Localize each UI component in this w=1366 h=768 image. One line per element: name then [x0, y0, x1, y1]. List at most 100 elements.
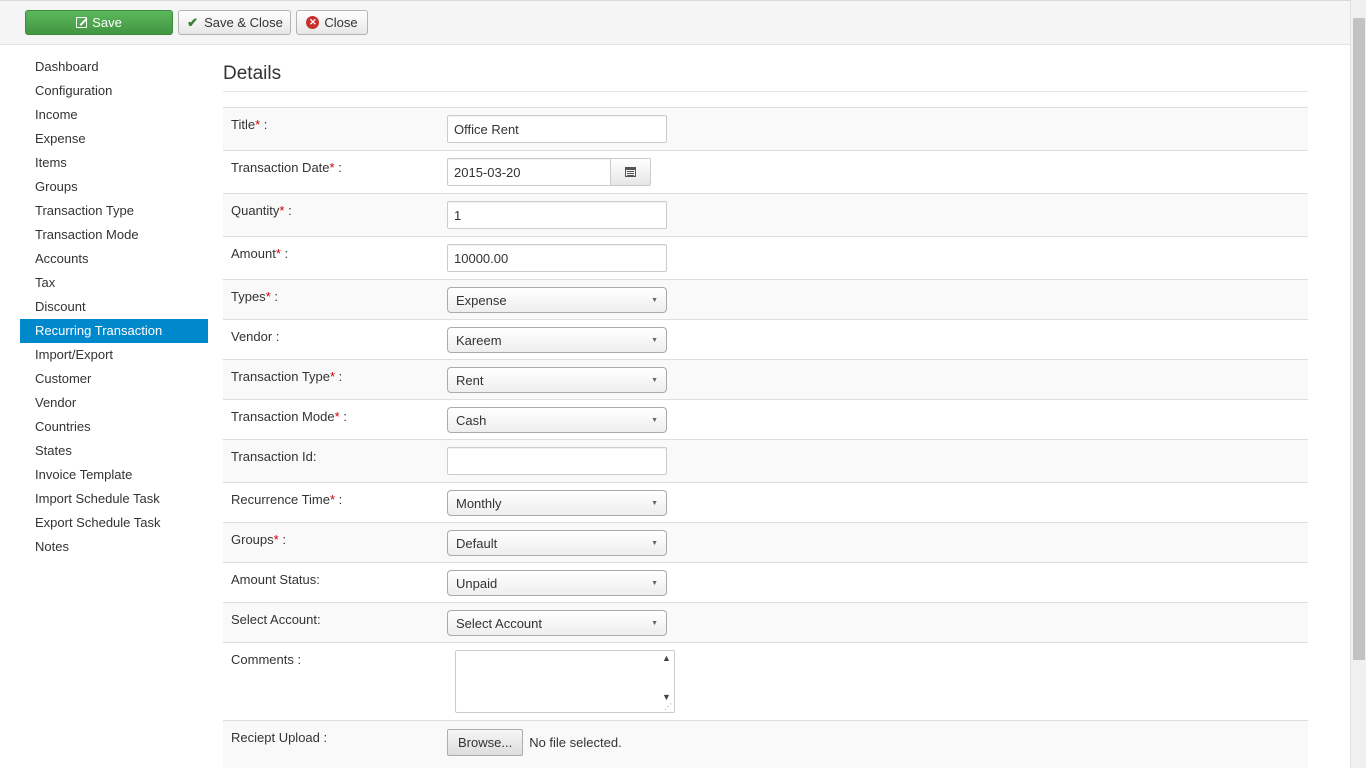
close-icon: ✕ [306, 16, 320, 29]
form-row-comments: Comments : ▲ ▼ ⋰ [223, 642, 1308, 720]
title-label: Title* : [231, 117, 268, 132]
check-icon: ✔ [187, 15, 199, 30]
form-row-types: Types* : Expense ▼ [223, 279, 1308, 319]
select-account-select[interactable]: Select Account ▼ [447, 610, 667, 636]
page-title: Details [223, 60, 1308, 92]
sidebar-item-import-schedule-task[interactable]: Import Schedule Task [20, 487, 208, 511]
sidebar-item-groups[interactable]: Groups [20, 175, 208, 199]
sidebar-item-recurring-transaction[interactable]: Recurring Transaction [20, 319, 208, 343]
form-row-transaction-mode: Transaction Mode* : Cash ▼ [223, 399, 1308, 439]
edit-icon [76, 17, 88, 28]
sidebar-item-states[interactable]: States [20, 439, 208, 463]
chevron-down-icon[interactable]: ▼ [662, 692, 671, 702]
sidebar-item-transaction-mode[interactable]: Transaction Mode [20, 223, 208, 247]
comments-label: Comments : [231, 652, 302, 667]
vendor-label: Vendor : [231, 329, 280, 344]
toolbar: Save ✔ Save & Close ✕ Close [0, 0, 1350, 45]
groups-select[interactable]: Default ▼ [447, 530, 667, 556]
form-row-quantity: Quantity* : 1 [223, 193, 1308, 236]
form-row-transaction-type: Transaction Type* : Rent ▼ [223, 359, 1308, 399]
quantity-input[interactable]: 1 [447, 201, 667, 229]
sidebar-item-income[interactable]: Income [20, 103, 208, 127]
amount-status-select[interactable]: Unpaid ▼ [447, 570, 667, 596]
form-row-vendor: Vendor : Kareem ▼ [223, 319, 1308, 359]
sidebar-item-accounts[interactable]: Accounts [20, 247, 208, 271]
transaction-mode-select[interactable]: Cash ▼ [447, 407, 667, 433]
scrollbar-thumb[interactable] [1353, 18, 1365, 660]
sidebar-item-export-schedule-task[interactable]: Export Schedule Task [20, 511, 208, 535]
sidebar-item-transaction-type[interactable]: Transaction Type [20, 199, 208, 223]
calendar-button[interactable] [611, 158, 651, 186]
details-form: Details Title* : Office Rent Transaction… [223, 60, 1308, 768]
amount-status-label: Amount Status: [231, 572, 320, 587]
select-account-select-value: Select Account [456, 615, 542, 631]
quantity-label: Quantity* : [231, 203, 292, 218]
types-select-value: Expense [456, 292, 507, 308]
chevron-down-icon: ▼ [651, 579, 658, 587]
sidebar-item-customer[interactable]: Customer [20, 367, 208, 391]
sidebar-item-invoice-template[interactable]: Invoice Template [20, 463, 208, 487]
form-row-groups: Groups* : Default ▼ [223, 522, 1308, 562]
chevron-down-icon: ▼ [651, 336, 658, 344]
transaction-date-picker: 2015-03-20 [447, 158, 651, 186]
receipt-upload-label: Reciept Upload : [231, 730, 328, 745]
sidebar-item-items[interactable]: Items [20, 151, 208, 175]
save-close-button-label: Save & Close [204, 15, 283, 30]
close-button[interactable]: ✕ Close [296, 10, 368, 35]
transaction-mode-select-value: Cash [456, 412, 487, 428]
chevron-down-icon: ▼ [651, 376, 658, 384]
recurrence-time-select-value: Monthly [456, 495, 502, 511]
transaction-date-input[interactable]: 2015-03-20 [447, 158, 611, 186]
sidebar-menu: Dashboard Configuration Income Expense I… [20, 55, 208, 559]
sidebar-item-discount[interactable]: Discount [20, 295, 208, 319]
recurrence-time-label: Recurrence Time* : [231, 492, 343, 507]
form-row-amount: Amount* : 10000.00 [223, 236, 1308, 279]
chevron-down-icon: ▼ [651, 619, 658, 627]
sidebar-item-countries[interactable]: Countries [20, 415, 208, 439]
title-input[interactable]: Office Rent [447, 115, 667, 143]
page-scrollbar[interactable] [1350, 0, 1366, 768]
form-row-amount-status: Amount Status: Unpaid ▼ [223, 562, 1308, 602]
chevron-up-icon[interactable]: ▲ [662, 653, 671, 663]
transaction-id-input[interactable] [447, 447, 667, 475]
chevron-down-icon: ▼ [651, 539, 658, 547]
sidebar-item-tax[interactable]: Tax [20, 271, 208, 295]
form-row-transaction-date: Transaction Date* : 2015-03-20 [223, 150, 1308, 193]
sidebar-item-dashboard[interactable]: Dashboard [20, 55, 208, 79]
transaction-type-label: Transaction Type* : [231, 369, 343, 384]
amount-label: Amount* : [231, 246, 289, 261]
recurrence-time-select[interactable]: Monthly ▼ [447, 490, 667, 516]
form-row-transaction-id: Transaction Id: [223, 439, 1308, 482]
form-row-receipt-upload: Reciept Upload : Browse... No file selec… [223, 720, 1308, 768]
vendor-select[interactable]: Kareem ▼ [447, 327, 667, 353]
amount-input[interactable]: 10000.00 [447, 244, 667, 272]
save-close-button[interactable]: ✔ Save & Close [178, 10, 291, 35]
sidebar-item-vendor[interactable]: Vendor [20, 391, 208, 415]
form-row-select-account: Select Account: Select Account ▼ [223, 602, 1308, 642]
transaction-date-label: Transaction Date* : [231, 160, 342, 175]
amount-status-select-value: Unpaid [456, 575, 498, 591]
groups-select-value: Default [456, 535, 498, 551]
transaction-id-label: Transaction Id: [231, 449, 317, 464]
sidebar-item-notes[interactable]: Notes [20, 535, 208, 559]
transaction-mode-label: Transaction Mode* : [231, 409, 347, 424]
types-select[interactable]: Expense ▼ [447, 287, 667, 313]
groups-label: Groups* : [231, 532, 286, 547]
receipt-file-input: Browse... No file selected. [447, 729, 622, 756]
sidebar-item-configuration[interactable]: Configuration [20, 79, 208, 103]
vendor-select-value: Kareem [456, 332, 502, 348]
save-button[interactable]: Save [25, 10, 173, 35]
file-status: No file selected. [529, 735, 622, 750]
types-label: Types* : [231, 289, 278, 304]
resize-grip-icon[interactable]: ⋰ [664, 702, 672, 711]
chevron-down-icon: ▼ [651, 499, 658, 507]
sidebar-item-import-export[interactable]: Import/Export [20, 343, 208, 367]
form-row-recurrence-time: Recurrence Time* : Monthly ▼ [223, 482, 1308, 522]
comments-textarea[interactable]: ▲ ▼ ⋰ [455, 650, 675, 713]
close-button-label: Close [324, 15, 358, 30]
browse-button[interactable]: Browse... [447, 729, 524, 756]
save-button-label: Save [92, 15, 122, 30]
transaction-type-select[interactable]: Rent ▼ [447, 367, 667, 393]
sidebar-item-expense[interactable]: Expense [20, 127, 208, 151]
chevron-down-icon: ▼ [651, 296, 658, 304]
